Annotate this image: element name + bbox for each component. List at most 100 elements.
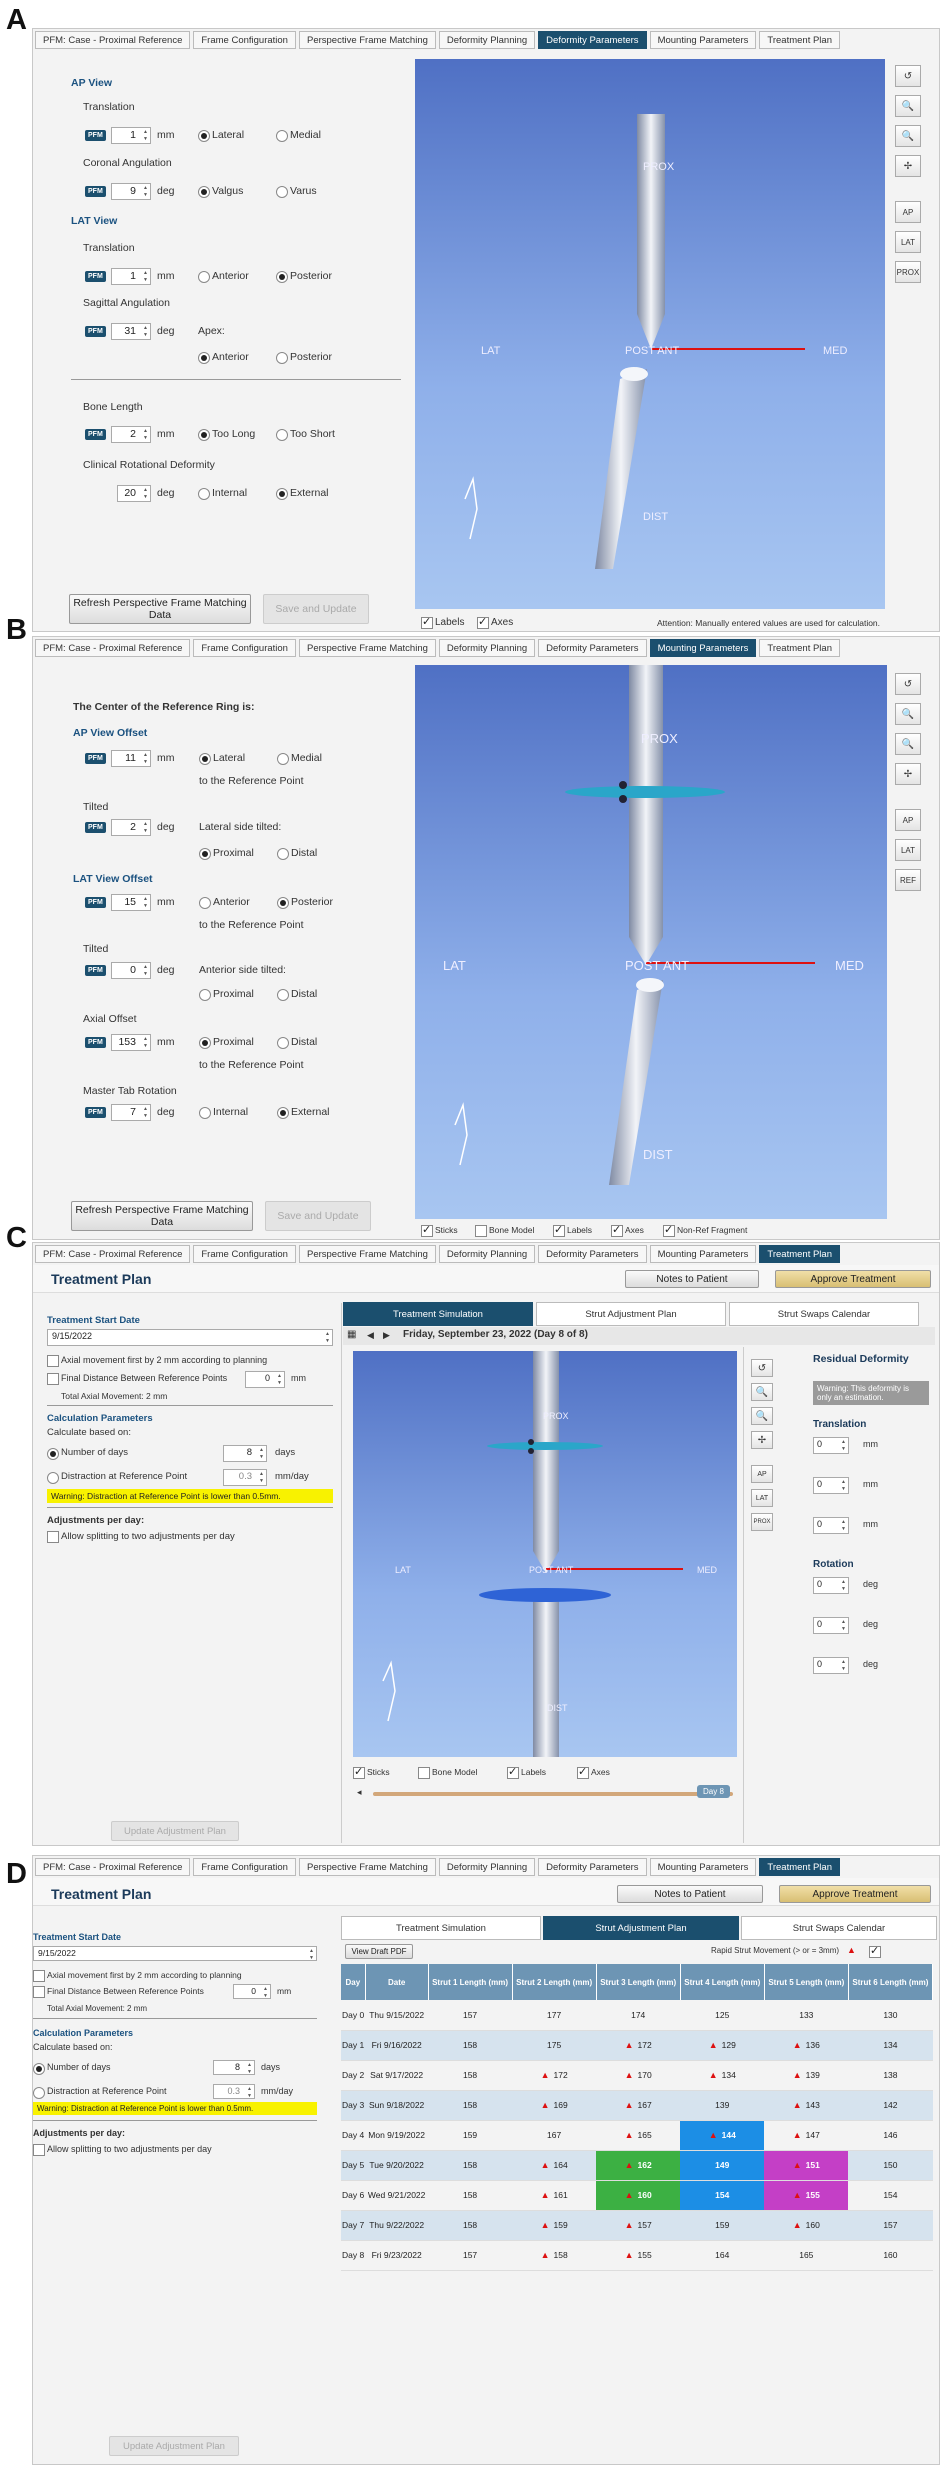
tab-frame-configuration[interactable]: Frame Configuration: [193, 31, 296, 49]
tilted-stepper[interactable]: 2: [111, 819, 151, 836]
day-slider-track[interactable]: [373, 1792, 733, 1796]
res-translation-3[interactable]: 0: [813, 1517, 849, 1534]
tab-deformity-planning[interactable]: Deformity Planning: [438, 1245, 536, 1263]
lat-view-button[interactable]: LAT: [895, 231, 921, 253]
res-translation-2[interactable]: 0: [813, 1477, 849, 1494]
zoom-in-icon[interactable]: 🔍: [895, 703, 921, 725]
prev-day-icon[interactable]: ◀: [367, 1330, 374, 1341]
tab-perspective-frame-matching[interactable]: Perspective Frame Matching: [298, 1858, 436, 1876]
labels-checkbox[interactable]: Labels: [421, 615, 464, 629]
ap-view-button[interactable]: AP: [895, 809, 921, 831]
final-distance-checkbox[interactable]: Final Distance Between Reference Points: [33, 1986, 204, 1998]
tab-frame-configuration[interactable]: Frame Configuration: [193, 1858, 296, 1876]
tab-case[interactable]: PFM: Case - Proximal Reference: [35, 31, 191, 49]
tab-strut-adjustment-plan[interactable]: Strut Adjustment Plan: [536, 1302, 726, 1326]
reset-icon[interactable]: ↺: [751, 1359, 773, 1377]
tab-perspective-frame-matching[interactable]: Perspective Frame Matching: [298, 1245, 436, 1263]
internal-radio[interactable]: Internal: [199, 1106, 248, 1119]
tab-case[interactable]: PFM: Case - Proximal Reference: [35, 639, 191, 657]
tab-case[interactable]: PFM: Case - Proximal Reference: [35, 1858, 191, 1876]
translation-stepper[interactable]: 1: [111, 127, 151, 144]
axes-checkbox[interactable]: Axes: [577, 1765, 610, 1779]
axial-offset-stepper[interactable]: 153: [111, 1034, 151, 1051]
tab-treatment-plan[interactable]: Treatment Plan: [759, 639, 840, 657]
move-icon[interactable]: ✢: [751, 1431, 773, 1449]
update-plan-button[interactable]: Update Adjustment Plan: [111, 1821, 239, 1841]
tab-mounting-parameters[interactable]: Mounting Parameters: [649, 31, 757, 49]
start-date-input[interactable]: 9/15/2022: [47, 1329, 333, 1346]
tab-deformity-planning[interactable]: Deformity Planning: [438, 1858, 536, 1876]
distal-radio[interactable]: Distal: [277, 1036, 317, 1049]
res-rotation-2[interactable]: 0: [813, 1617, 849, 1634]
tab-mounting-parameters[interactable]: Mounting Parameters: [649, 1858, 757, 1876]
tab-deformity-planning[interactable]: Deformity Planning: [438, 31, 536, 49]
lat-view-button[interactable]: LAT: [895, 839, 921, 861]
tab-mounting-parameters[interactable]: Mounting Parameters: [649, 1245, 757, 1263]
final-distance-stepper[interactable]: 0: [233, 1984, 271, 2000]
tab-case[interactable]: PFM: Case - Proximal Reference: [35, 1245, 191, 1263]
lateral-radio[interactable]: Lateral: [199, 752, 245, 765]
slider-prev-icon[interactable]: ◂: [357, 1787, 362, 1798]
viewport-3d[interactable]: PROX LAT POST ANT MED DIST: [353, 1351, 737, 1757]
medial-radio[interactable]: Medial: [277, 752, 322, 765]
tab-treatment-plan[interactable]: Treatment Plan: [759, 1245, 840, 1263]
apex-posterior-radio[interactable]: Posterior: [276, 351, 332, 364]
refresh-button[interactable]: Refresh Perspective Frame Matching Data: [69, 594, 251, 624]
tab-deformity-parameters[interactable]: Deformity Parameters: [538, 1245, 647, 1263]
anterior-radio[interactable]: Anterior: [199, 896, 250, 909]
labels-checkbox[interactable]: Labels: [553, 1223, 592, 1237]
sagittal-stepper[interactable]: 31: [111, 323, 151, 340]
proximal-radio[interactable]: Proximal: [199, 847, 254, 860]
posterior-radio[interactable]: Posterior: [276, 270, 332, 283]
sticks-checkbox[interactable]: Sticks: [421, 1223, 458, 1237]
tab-deformity-planning[interactable]: Deformity Planning: [438, 639, 536, 657]
anterior-radio[interactable]: Anterior: [198, 270, 249, 283]
tab-perspective-frame-matching[interactable]: Perspective Frame Matching: [298, 639, 436, 657]
master-tab-stepper[interactable]: 7: [111, 1104, 151, 1121]
tab-strut-adjustment-plan[interactable]: Strut Adjustment Plan: [543, 1916, 739, 1940]
calendar-icon[interactable]: ▦: [347, 1329, 356, 1340]
distraction-stepper[interactable]: 0.3: [213, 2084, 255, 2100]
zoom-in-icon[interactable]: 🔍: [751, 1383, 773, 1401]
notes-to-patient-button[interactable]: Notes to Patient: [617, 1885, 763, 1903]
viewport-3d[interactable]: PROX LAT POST ANT MED DIST: [415, 665, 887, 1219]
lat-translation-stepper[interactable]: 1: [111, 268, 151, 285]
lateral-radio[interactable]: Lateral: [198, 129, 244, 142]
next-day-icon[interactable]: ▶: [383, 1330, 390, 1341]
external-radio[interactable]: External: [276, 487, 329, 500]
distal-radio[interactable]: Distal: [277, 847, 317, 860]
tab-strut-swaps-calendar[interactable]: Strut Swaps Calendar: [741, 1916, 937, 1940]
res-translation-1[interactable]: 0: [813, 1437, 849, 1454]
move-icon[interactable]: ✢: [895, 763, 921, 785]
distraction-stepper[interactable]: 0.3: [223, 1469, 267, 1486]
axial-movement-checkbox[interactable]: Axial movement first by 2 mm according t…: [33, 1970, 242, 1982]
internal-radio[interactable]: Internal: [198, 487, 247, 500]
reset-icon[interactable]: ↺: [895, 673, 921, 695]
distal-radio[interactable]: Distal: [277, 988, 317, 1001]
days-stepper[interactable]: 8: [223, 1445, 267, 1462]
nonref-checkbox[interactable]: Non-Ref Fragment: [663, 1223, 747, 1237]
refresh-button[interactable]: Refresh Perspective Frame Matching Data: [71, 1201, 253, 1231]
day-slider-thumb[interactable]: Day 8: [697, 1785, 730, 1798]
labels-checkbox[interactable]: Labels: [507, 1765, 546, 1779]
proximal-radio[interactable]: Proximal: [199, 1036, 254, 1049]
varus-radio[interactable]: Varus: [276, 185, 317, 198]
prox-view-button[interactable]: PROX: [751, 1513, 773, 1531]
bone-length-stepper[interactable]: 2: [111, 426, 151, 443]
update-plan-button[interactable]: Update Adjustment Plan: [109, 2436, 239, 2456]
axes-checkbox[interactable]: Axes: [611, 1223, 644, 1237]
days-stepper[interactable]: 8: [213, 2060, 255, 2076]
res-rotation-3[interactable]: 0: [813, 1657, 849, 1674]
tab-deformity-parameters[interactable]: Deformity Parameters: [538, 31, 647, 49]
number-of-days-radio[interactable]: Number of days: [47, 1447, 128, 1460]
ap-view-button[interactable]: AP: [751, 1465, 773, 1483]
bone-model-checkbox[interactable]: Bone Model: [418, 1767, 477, 1779]
medial-radio[interactable]: Medial: [276, 129, 321, 142]
apex-anterior-radio[interactable]: Anterior: [198, 351, 249, 364]
tab-treatment-simulation[interactable]: Treatment Simulation: [341, 1916, 541, 1940]
too-long-radio[interactable]: Too Long: [198, 428, 255, 441]
reset-icon[interactable]: ↺: [895, 65, 921, 87]
save-update-button[interactable]: Save and Update: [265, 1201, 371, 1231]
clinical-stepper[interactable]: 20: [117, 485, 151, 502]
zoom-out-icon[interactable]: 🔍: [751, 1407, 773, 1425]
